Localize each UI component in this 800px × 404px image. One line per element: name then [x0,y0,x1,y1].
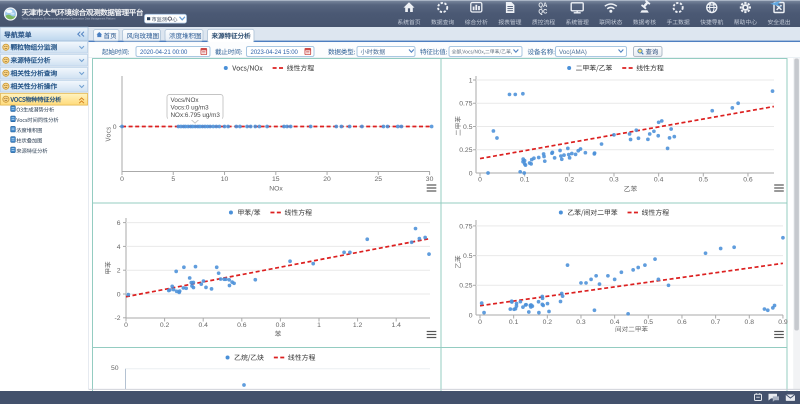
svg-text:50: 50 [111,365,119,372]
svg-text:0: 0 [113,124,117,131]
svg-text:0: 0 [120,176,124,183]
svg-text:NOx: NOx [269,186,283,193]
svg-text:2: 2 [117,268,121,275]
svg-text:NOx:6.795 ug/m3: NOx:6.795 ug/m3 [171,112,221,119]
svg-text:0.6: 0.6 [237,322,247,329]
svg-text:1.4: 1.4 [391,322,401,329]
svg-text:0.8: 0.8 [745,319,755,326]
svg-text:0.3: 0.3 [609,177,619,184]
svg-text:0.6: 0.6 [743,177,753,184]
svg-text:0: 0 [117,291,121,298]
svg-text:0.5: 0.5 [644,319,654,326]
svg-text:15: 15 [272,176,280,183]
svg-text:20: 20 [323,176,331,183]
svg-text:25: 25 [375,176,383,183]
svg-text:0.9: 0.9 [778,319,788,326]
svg-text:10: 10 [221,176,229,183]
svg-text:0: 0 [469,170,473,177]
svg-text:0.1: 0.1 [509,319,519,326]
svg-text:×: × [113,33,117,40]
svg-text:Voc(AMA): Voc(AMA) [559,49,587,56]
svg-text:0.5: 0.5 [463,253,473,260]
svg-text:0: 0 [478,319,482,326]
svg-text:2023-04-24 15:00: 2023-04-24 15:00 [251,50,299,56]
svg-text:0.1: 0.1 [520,177,530,184]
svg-text:-2: -2 [114,315,120,322]
svg-text:0.5: 0.5 [463,124,473,131]
svg-text:0: 0 [478,177,482,184]
svg-text:0.2: 0.2 [565,177,575,184]
svg-text:0.2: 0.2 [160,322,170,329]
svg-text:×: × [197,33,201,40]
svg-text:0.25: 0.25 [459,283,472,290]
svg-text:0: 0 [469,312,473,319]
svg-text:×: × [248,33,252,40]
svg-text:0.2: 0.2 [543,319,553,326]
svg-text:0.4: 0.4 [610,319,620,326]
svg-text:QA: QA [538,3,548,9]
svg-text:0.4: 0.4 [198,322,208,329]
svg-text:0.75: 0.75 [459,101,472,108]
svg-text:0.3: 0.3 [576,319,586,326]
svg-text:1.2: 1.2 [353,322,363,329]
svg-text:Vocs/NOx: Vocs/NOx [171,97,200,104]
svg-text:0.7: 0.7 [711,319,721,326]
svg-text:QC: QC [538,10,548,16]
svg-text:6: 6 [117,220,121,227]
svg-text:4: 4 [117,244,121,251]
svg-text:0.8: 0.8 [276,322,286,329]
svg-text:0.6: 0.6 [677,319,687,326]
svg-text:30: 30 [426,176,434,183]
svg-text:0.75: 0.75 [459,223,472,230]
svg-text:Tianjin Atmospheric Environmen: Tianjin Atmospheric Environment Integrat… [22,18,116,21]
svg-text:Vocs:0 ug/m3: Vocs:0 ug/m3 [171,105,210,112]
svg-text:5: 5 [171,176,175,183]
svg-text:0.25: 0.25 [459,147,472,154]
svg-text:2020-04-21 00:00: 2020-04-21 00:00 [140,50,188,56]
svg-text:0: 0 [124,322,128,329]
svg-text:1: 1 [317,322,321,329]
svg-text:1: 1 [469,77,473,84]
svg-text:×: × [154,33,158,40]
svg-text:0.4: 0.4 [654,177,664,184]
svg-text:0.5: 0.5 [699,177,709,184]
